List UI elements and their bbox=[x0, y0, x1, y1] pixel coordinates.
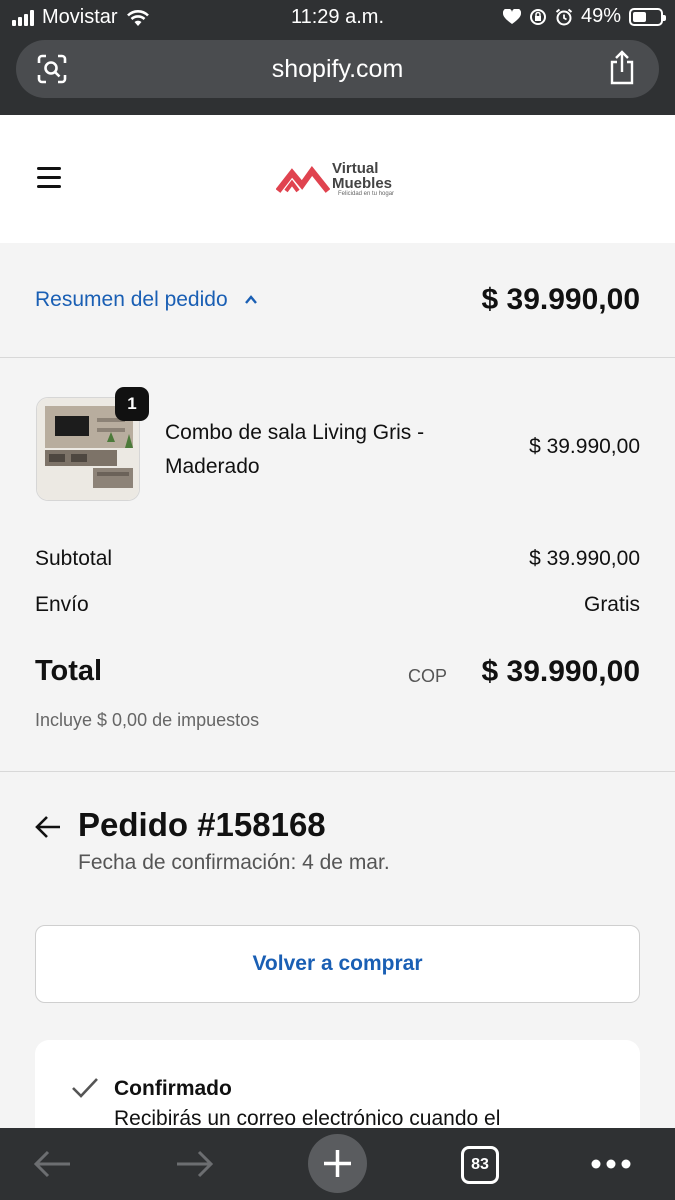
shipping-value: Gratis bbox=[583, 593, 640, 616]
store-header: Virtual Muebles Felicidad en tu hogar bbox=[0, 115, 675, 243]
status-bar-right: 49% bbox=[502, 5, 666, 28]
back-arrow-icon[interactable] bbox=[34, 813, 62, 841]
alarm-icon bbox=[555, 8, 573, 25]
browser-toolbar: 83 bbox=[0, 1128, 675, 1200]
logo-line2: Muebles bbox=[332, 175, 393, 192]
battery-icon bbox=[629, 7, 666, 26]
subtotal-value: $ 39.990,00 bbox=[529, 547, 640, 570]
hamburger-menu-icon[interactable] bbox=[37, 167, 61, 189]
order-summary-bar: Resumen del pedido $ 39.990,00 bbox=[0, 243, 675, 358]
quantity-badge: 1 bbox=[115, 387, 149, 421]
plus-icon bbox=[324, 1150, 351, 1177]
reorder-button[interactable]: Volver a comprar bbox=[35, 925, 640, 1003]
product-price: $ 39.990,00 bbox=[529, 435, 640, 458]
back-icon[interactable] bbox=[32, 1148, 72, 1180]
shipping-label: Envío bbox=[35, 593, 89, 616]
url-text: shopify.com bbox=[271, 55, 404, 83]
forward-icon[interactable] bbox=[175, 1148, 215, 1180]
order-title: Pedido #158168 bbox=[78, 806, 326, 843]
store-logo[interactable]: Virtual Muebles Felicidad en tu hogar bbox=[276, 159, 416, 203]
more-options-icon[interactable] bbox=[590, 1158, 632, 1170]
order-summary-toggle[interactable]: Resumen del pedido bbox=[35, 288, 258, 312]
browser-chrome: shopify.com bbox=[0, 36, 675, 115]
rotation-lock-icon bbox=[529, 8, 546, 25]
tabs-button[interactable]: 83 bbox=[461, 1146, 499, 1184]
new-tab-button[interactable] bbox=[308, 1134, 367, 1193]
address-bar[interactable]: shopify.com bbox=[16, 40, 659, 98]
logo-wordmark: Virtual Muebles bbox=[332, 161, 392, 191]
order-date: Fecha de confirmación: 4 de mar. bbox=[78, 851, 390, 874]
section-divider bbox=[0, 771, 675, 772]
order-summary-total: $ 39.990,00 bbox=[481, 283, 640, 316]
status-bar: Movistar 11:29 a.m. 49% bbox=[0, 0, 675, 36]
status-title: Confirmado bbox=[114, 1077, 232, 1100]
logo-tagline: Felicidad en tu hogar bbox=[338, 191, 395, 197]
battery-percent: 49% bbox=[580, 5, 621, 27]
share-icon[interactable] bbox=[607, 50, 637, 86]
battery-fill bbox=[633, 11, 646, 22]
subtotal-label: Subtotal bbox=[35, 547, 113, 570]
heart-icon bbox=[502, 8, 521, 24]
chevron-up-icon bbox=[244, 295, 257, 304]
taxes-note: Incluye $ 0,00 de impuestos bbox=[35, 710, 260, 730]
product-name: Combo de sala Living Gris - Maderado bbox=[165, 421, 425, 478]
logo-mark-icon bbox=[276, 166, 330, 193]
total-label: Total bbox=[35, 655, 103, 687]
total-currency: COP bbox=[407, 666, 447, 686]
order-summary-toggle-label: Resumen del pedido bbox=[35, 288, 228, 311]
check-icon bbox=[72, 1078, 98, 1098]
total-value: $ 39.990,00 bbox=[481, 655, 640, 688]
